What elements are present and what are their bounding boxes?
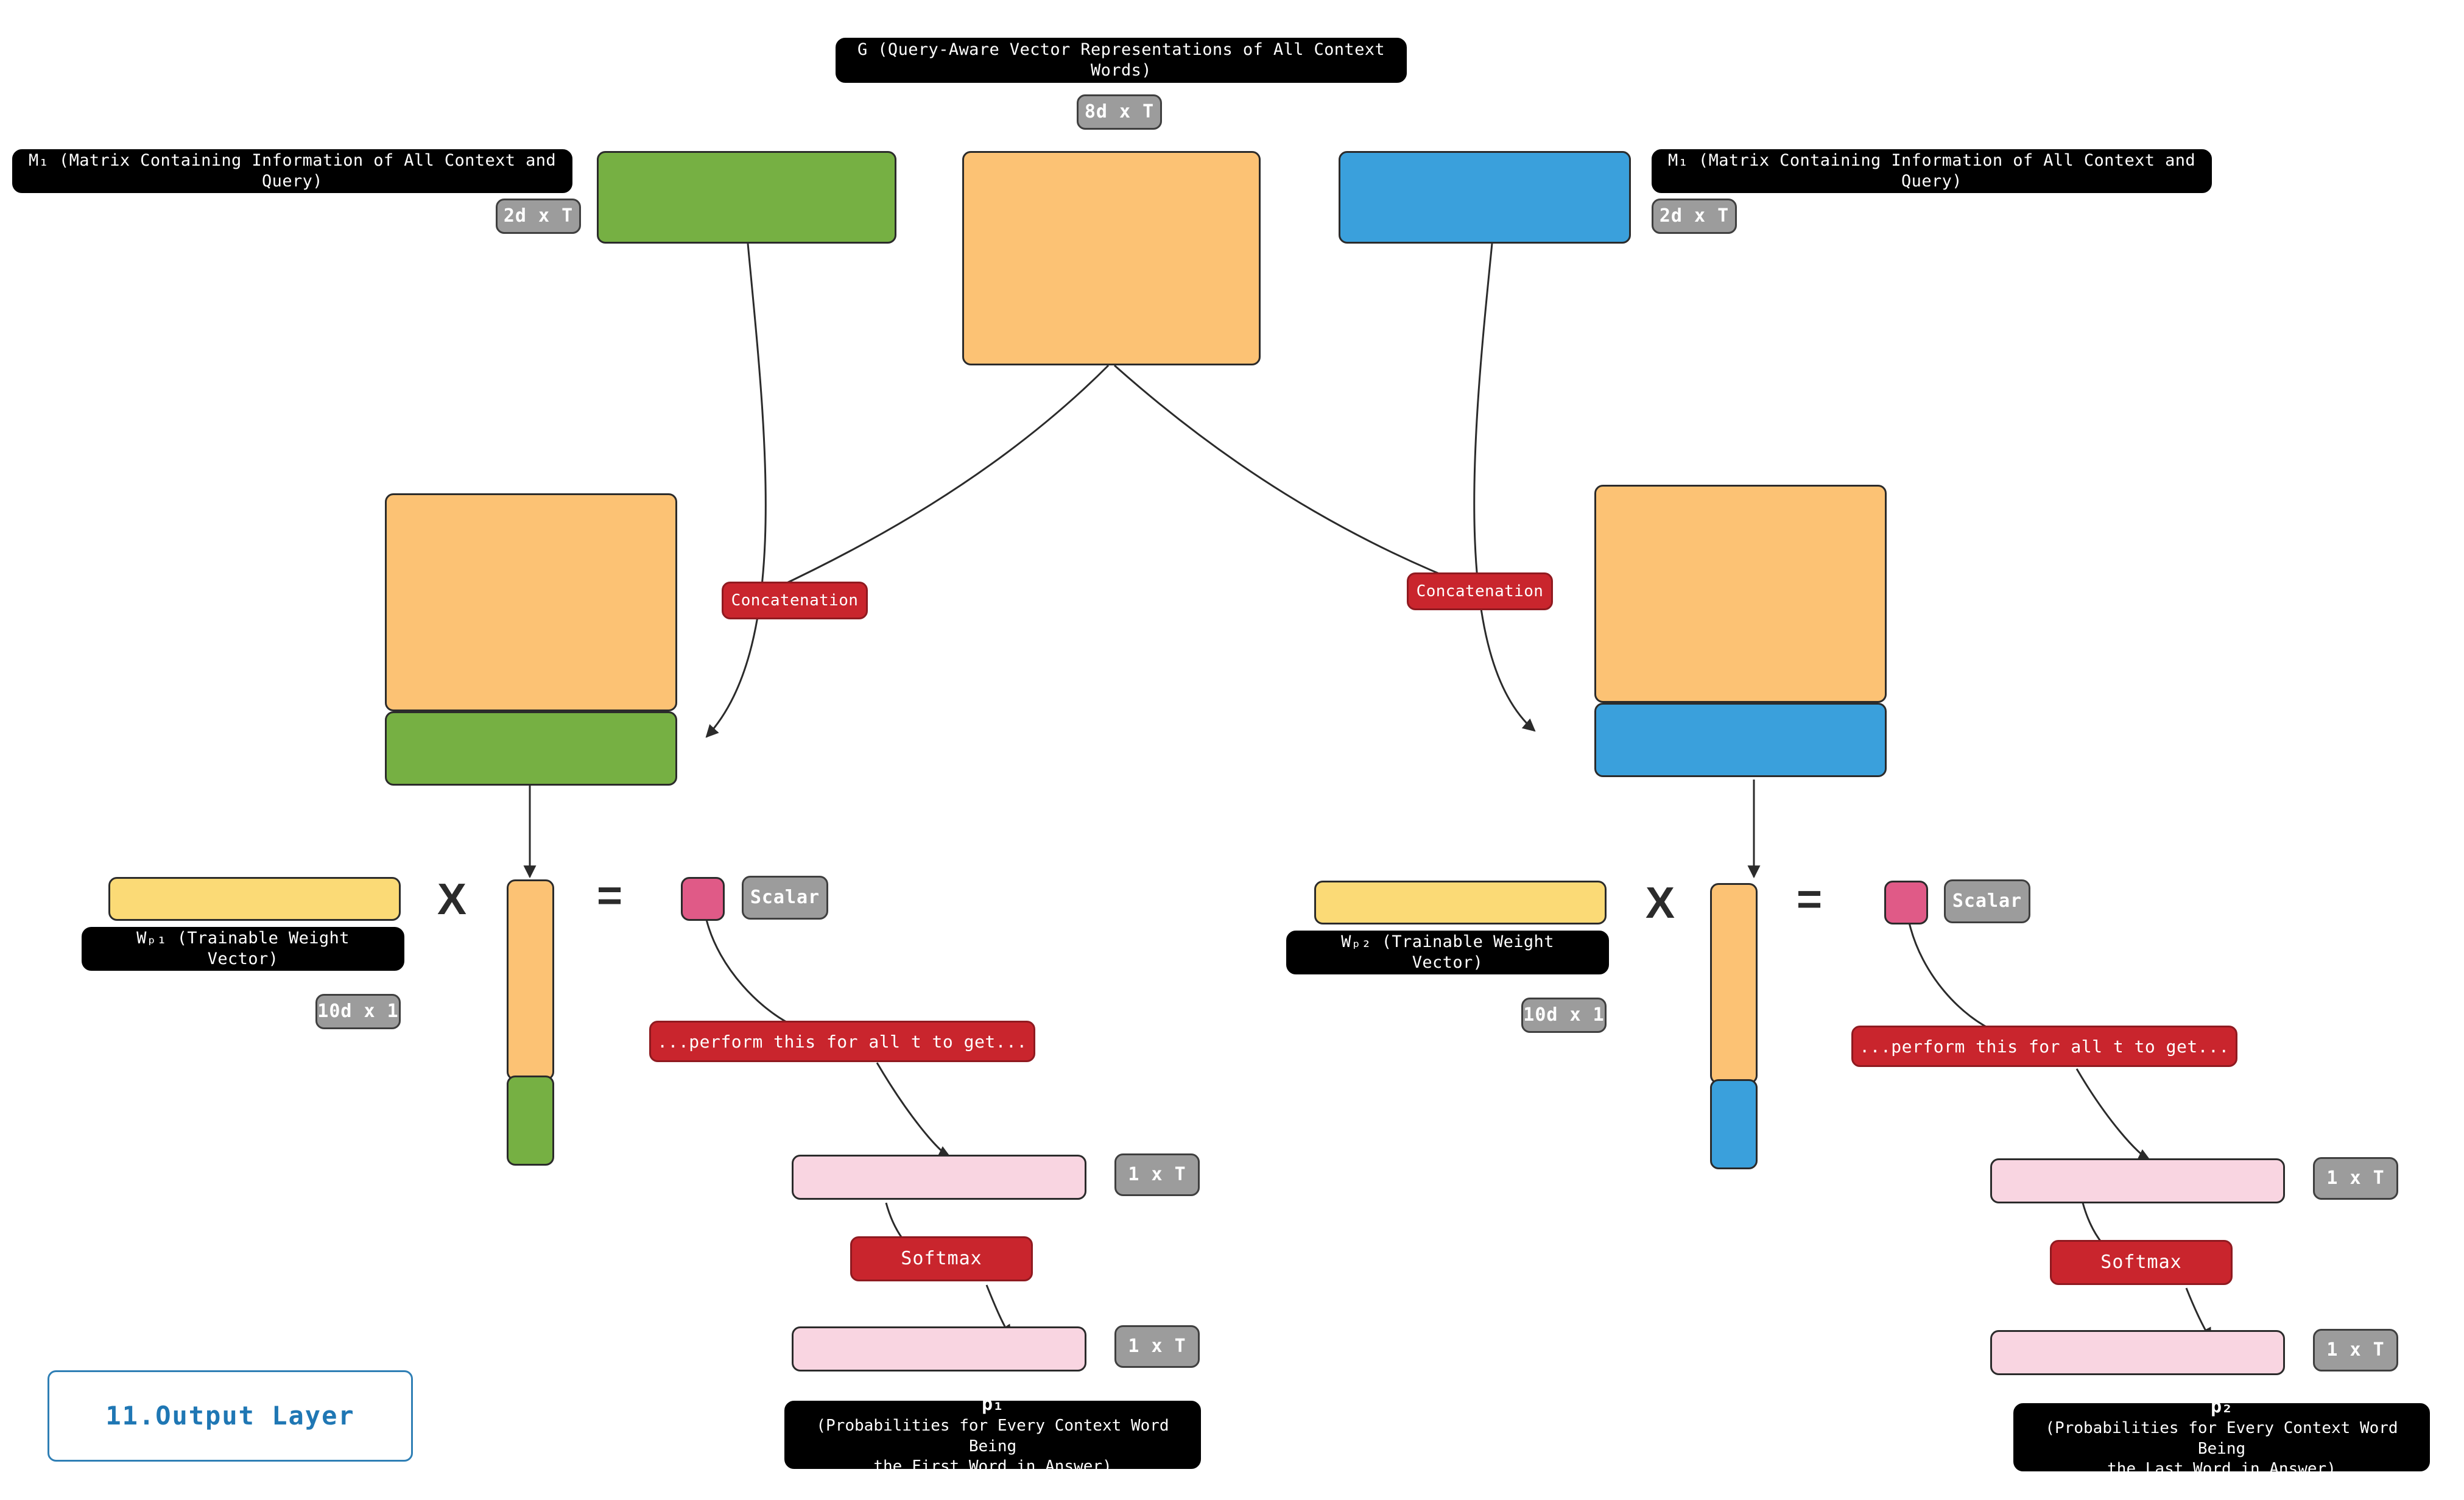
left-probability-row-dim-badge: 1 x T (1114, 1325, 1200, 1368)
left-score-row-dim-badge: 1 x T (1114, 1153, 1200, 1196)
p2-symbol: p₂ (2210, 1395, 2233, 1417)
p2-caption: p₂ (Probabilities for Every Context Word… (2013, 1396, 2430, 1478)
right-column-vector-orange (1710, 883, 1758, 1084)
wp1-dim-badge: 10d x 1 (315, 994, 401, 1029)
left-column-vector-orange (507, 879, 554, 1080)
concatenation-right-label: Concatenation (1407, 572, 1553, 610)
right-scalar-swatch (1884, 881, 1928, 924)
right-score-row (1990, 1158, 2285, 1203)
concatenation-left-label: Concatenation (722, 582, 868, 619)
right-probability-row-dim-badge: 1 x T (2313, 1329, 2398, 1371)
right-concat-blue-part (1594, 703, 1887, 777)
m1-left-matrix-block (597, 151, 896, 244)
p2-line1: (Probabilities for Every Context Word Be… (2045, 1418, 2398, 1458)
m1-left-dim-badge: 2d x T (496, 199, 581, 234)
equals-operator-left: = (597, 871, 623, 920)
left-column-vector-green (507, 1076, 554, 1166)
m1-left-label: M₁ (Matrix Containing Information of All… (12, 149, 572, 193)
right-column-vector-blue (1710, 1079, 1758, 1169)
right-scalar-badge: Scalar (1944, 879, 2030, 923)
m1-right-matrix-block (1339, 151, 1631, 244)
p2-line2-post: Word in Answer) (2183, 1460, 2336, 1479)
left-scalar-swatch (681, 877, 725, 921)
softmax-left-label: Softmax (850, 1236, 1033, 1281)
wp2-dim-badge: 10d x 1 (1521, 998, 1607, 1033)
wp2-weight-vector-block (1314, 881, 1607, 924)
p1-first-underline: First (911, 1457, 960, 1476)
wp2-label: Wₚ₂ (Trainable Weight Vector) (1286, 931, 1609, 974)
diagram-canvas: G (Query-Aware Vector Representations of… (0, 0, 2464, 1500)
m1-right-dim-badge: 2d x T (1652, 199, 1737, 234)
left-scalar-badge: Scalar (742, 876, 828, 920)
perform-all-t-right-label: ...perform this for all t to get... (1851, 1026, 2237, 1067)
g-title-label: G (Query-Aware Vector Representations of… (836, 38, 1407, 83)
p1-caption: p₁ (Probabilities for Every Context Word… (784, 1393, 1201, 1476)
left-probability-row (792, 1326, 1086, 1371)
right-probability-row (1990, 1330, 2285, 1375)
p1-symbol: p₁ (981, 1393, 1004, 1415)
p1-line2-post: Word in Answer) (959, 1457, 1112, 1476)
equals-operator-right: = (1797, 875, 1823, 924)
m1-right-label: M₁ (Matrix Containing Information of All… (1652, 149, 2212, 193)
left-concat-orange-part (385, 493, 677, 711)
p1-line2: the First Word in Answer) (873, 1457, 1111, 1477)
p2-line2: the Last Word in Answer) (2107, 1459, 2336, 1480)
output-layer-legend: 11.Output Layer (48, 1370, 413, 1462)
p2-last-underline: Last (2145, 1460, 2184, 1479)
p1-line2-pre: the (873, 1457, 912, 1476)
left-score-row (792, 1155, 1086, 1200)
multiply-operator-left: X (437, 875, 467, 924)
right-concat-orange-part (1594, 485, 1887, 703)
left-concat-green-part (385, 711, 677, 786)
wp1-weight-vector-block (108, 877, 401, 921)
g-matrix-block (962, 151, 1261, 365)
g-dim-badge: 8d x T (1077, 94, 1162, 130)
right-score-row-dim-badge: 1 x T (2313, 1157, 2398, 1200)
multiply-operator-right: X (1646, 879, 1675, 928)
perform-all-t-left-label: ...perform this for all t to get... (649, 1021, 1035, 1062)
wp1-label: Wₚ₁ (Trainable Weight Vector) (82, 927, 404, 971)
p2-line2-pre: the (2107, 1460, 2145, 1479)
p1-line1: (Probabilities for Every Context Word Be… (816, 1416, 1169, 1456)
softmax-right-label: Softmax (2050, 1240, 2233, 1285)
